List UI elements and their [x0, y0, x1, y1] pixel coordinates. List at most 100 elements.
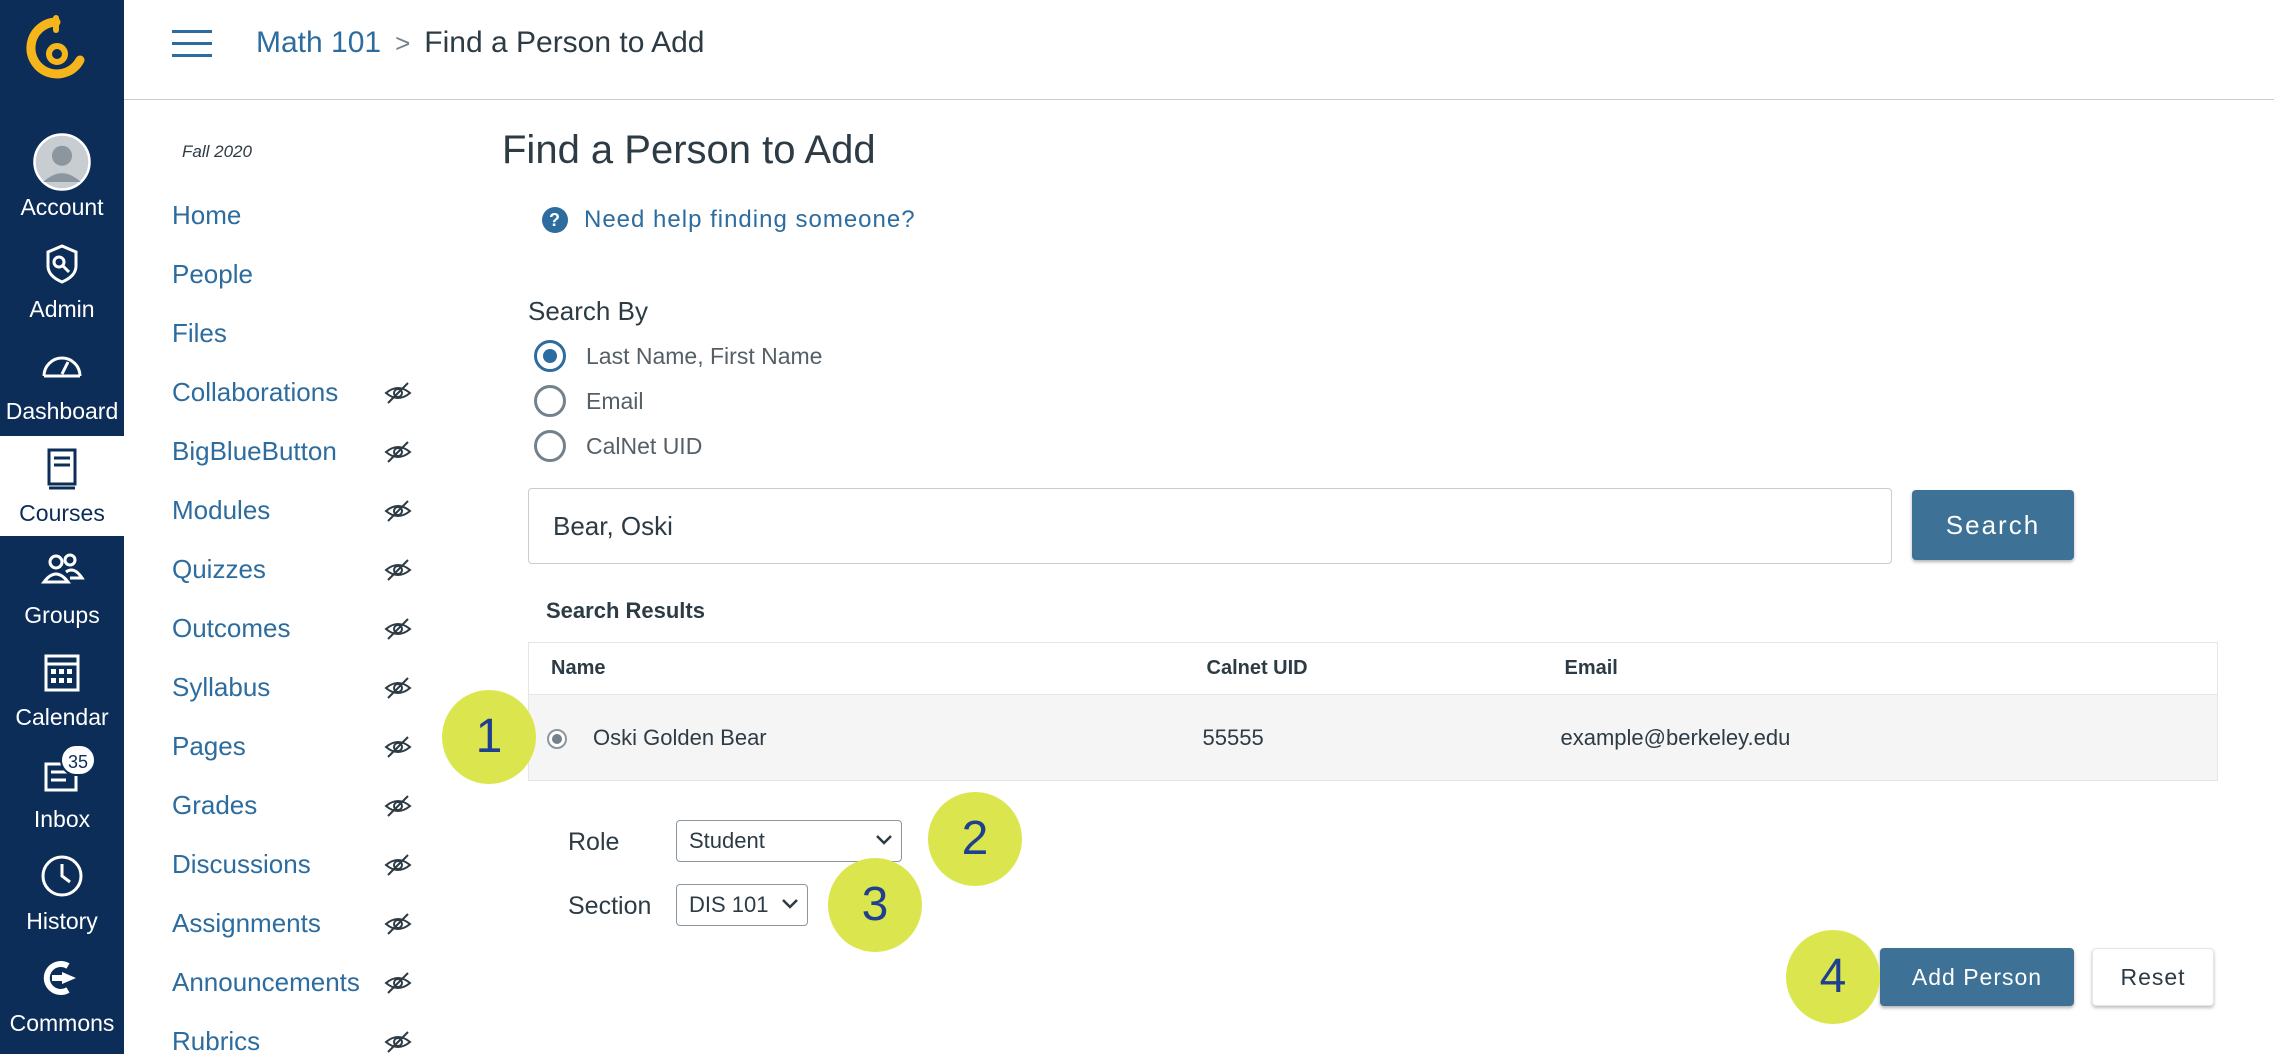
role-label: Role	[568, 828, 620, 856]
breadcrumb-course-link[interactable]: Math 101	[256, 26, 381, 60]
course-nav-item[interactable]: Discussions	[172, 849, 412, 889]
course-nav-item[interactable]: Announcements	[172, 967, 412, 1007]
global-nav-account[interactable]: Account	[0, 130, 124, 230]
course-nav-item[interactable]: Collaborations	[172, 377, 412, 417]
radio-unchecked-icon[interactable]	[534, 430, 566, 462]
course-nav-label: Quizzes	[172, 554, 266, 584]
course-nav-item[interactable]: Grades	[172, 790, 412, 830]
course-nav-label: BigBlueButton	[172, 436, 337, 466]
course-nav-item[interactable]: Quizzes	[172, 554, 412, 594]
search-by-name-radio[interactable]: Last Name, First Name	[534, 340, 822, 372]
global-nav-calendar[interactable]: Calendar	[0, 640, 124, 740]
section-label: Section	[568, 892, 652, 920]
course-nav-label: Syllabus	[172, 672, 271, 702]
step-marker-1: 1	[442, 690, 536, 784]
course-nav-item[interactable]: People	[172, 259, 412, 299]
search-by-uid-radio[interactable]: CalNet UID	[534, 430, 702, 462]
search-by-label: Search By	[528, 296, 648, 326]
radio-label: Last Name, First Name	[586, 342, 823, 369]
course-nav-item[interactable]: Files	[172, 318, 412, 358]
course-nav-item[interactable]: Home	[172, 200, 412, 240]
history-clock-icon	[41, 855, 83, 897]
course-nav-label: Outcomes	[172, 613, 291, 643]
course-nav-label: Assignments	[172, 908, 321, 938]
hidden-eye-icon	[384, 677, 412, 699]
page-header: Math 101 > Find a Person to Add	[124, 0, 2274, 100]
result-email: example@berkeley.edu	[1542, 694, 2218, 781]
global-nav-inbox[interactable]: 35 Inbox	[0, 742, 124, 842]
global-nav-admin[interactable]: Admin	[0, 232, 124, 332]
course-nav-label: Collaborations	[172, 377, 339, 407]
course-term: Fall 2020	[182, 142, 252, 161]
search-button[interactable]: Search	[1912, 490, 2074, 560]
global-nav-groups[interactable]: Groups	[0, 538, 124, 638]
step-marker-2: 2	[928, 792, 1022, 886]
course-nav-item[interactable]: Rubrics	[172, 1026, 412, 1054]
hidden-eye-icon	[384, 972, 412, 994]
canvas-logo-icon[interactable]	[24, 14, 88, 84]
global-nav: Account Admin Dashboard Courses Groups C…	[0, 0, 124, 1054]
course-nav-item[interactable]: BigBlueButton	[172, 436, 412, 476]
course-nav: Fall 2020 Home People Files Collaborations B…	[124, 100, 424, 1054]
role-select-value: Student	[689, 828, 765, 853]
course-nav-item[interactable]: Pages	[172, 731, 412, 771]
dashboard-gauge-icon	[42, 356, 82, 378]
courses-book-icon	[47, 448, 77, 490]
search-by-email-radio[interactable]: Email	[534, 385, 644, 417]
breadcrumb-current: Find a Person to Add	[424, 26, 705, 59]
column-header-name: Name	[528, 642, 1185, 695]
commons-arrow-icon	[43, 961, 76, 995]
breadcrumb: Math 101 > Find a Person to Add	[256, 26, 704, 60]
breadcrumb-separator: >	[395, 27, 411, 58]
groups-people-icon	[40, 553, 85, 584]
global-nav-commons[interactable]: Commons	[0, 946, 124, 1046]
course-nav-item[interactable]: Syllabus	[172, 672, 412, 712]
result-name-cell: Oski Golden Bear	[528, 694, 1185, 781]
account-avatar-icon	[33, 133, 91, 191]
course-nav-item[interactable]: Assignments	[172, 908, 412, 948]
hidden-eye-icon	[384, 913, 412, 935]
search-results-label: Search Results	[546, 598, 705, 623]
global-nav-history[interactable]: History	[0, 844, 124, 944]
global-nav-label: Calendar	[15, 704, 109, 730]
hidden-eye-icon	[384, 854, 412, 876]
course-nav-item[interactable]: Outcomes	[172, 613, 412, 653]
course-nav-label: Rubrics	[172, 1026, 261, 1054]
radio-unchecked-icon[interactable]	[534, 385, 566, 417]
hidden-eye-icon	[384, 382, 412, 404]
table-header-row: Name Calnet UID Email	[528, 642, 2218, 695]
global-nav-courses[interactable]: Courses	[0, 436, 124, 536]
reset-button[interactable]: Reset	[2092, 948, 2214, 1006]
hidden-eye-icon	[384, 618, 412, 640]
course-nav-label: Home	[172, 200, 242, 230]
column-header-email: Email	[1542, 642, 2218, 695]
hidden-eye-icon	[384, 559, 412, 581]
course-menu-toggle-icon[interactable]	[172, 30, 212, 60]
help-link[interactable]: ? Need help finding someone?	[542, 206, 916, 234]
calendar-icon	[44, 654, 80, 692]
step-marker-4: 4	[1786, 930, 1880, 1024]
radio-label: Email	[586, 387, 644, 414]
search-results-table: Name Calnet UID Email Oski Golden Bear 5…	[528, 642, 2218, 781]
search-input[interactable]	[528, 488, 1892, 564]
global-nav-label: Admin	[29, 296, 95, 322]
global-nav-label: Groups	[24, 602, 100, 628]
section-select[interactable]: DIS 101	[676, 884, 808, 926]
course-nav-label: Files	[172, 318, 227, 348]
radio-checked-icon[interactable]	[534, 340, 566, 372]
hidden-eye-icon	[384, 441, 412, 463]
result-select-radio[interactable]	[547, 728, 567, 749]
global-nav-label: History	[26, 908, 98, 934]
hidden-eye-icon	[384, 736, 412, 758]
course-nav-label: Grades	[172, 790, 258, 820]
global-nav-dashboard[interactable]: Dashboard	[0, 334, 124, 434]
add-person-button[interactable]: Add Person	[1880, 948, 2074, 1006]
chevron-down-icon	[876, 835, 892, 845]
hidden-eye-icon	[384, 795, 412, 817]
page-title: Find a Person to Add	[502, 128, 876, 172]
main-content: Find a Person to Add ? Need help finding…	[424, 100, 2274, 1054]
course-nav-item[interactable]: Modules	[172, 495, 412, 535]
table-row[interactable]: Oski Golden Bear 55555 example@berkeley.…	[528, 694, 2218, 781]
role-select[interactable]: Student	[676, 820, 902, 862]
result-name: Oski Golden Bear	[593, 724, 767, 750]
